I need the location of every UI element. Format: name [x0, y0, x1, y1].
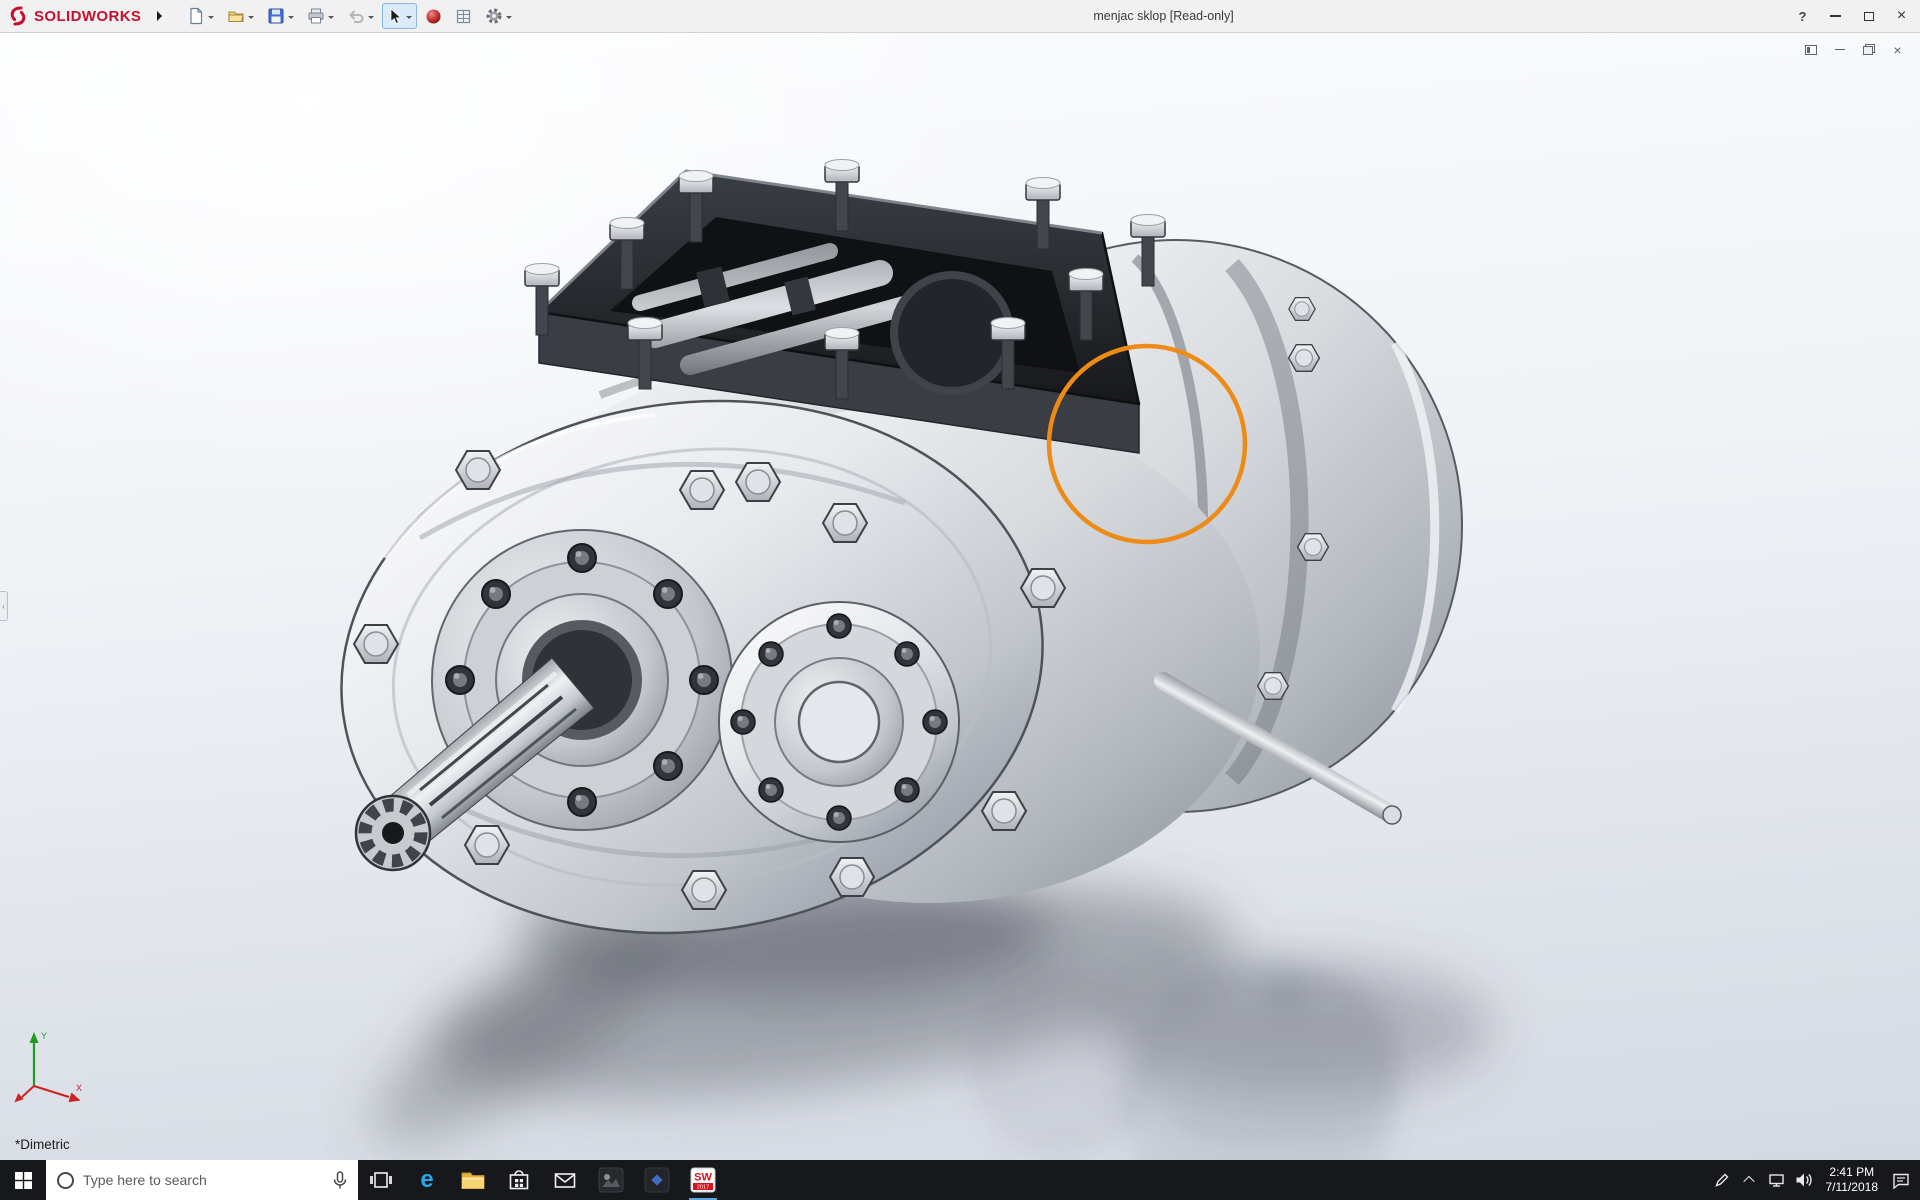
- triad-y-label: Y: [41, 1031, 47, 1041]
- flyout-arrow-icon: [157, 11, 167, 21]
- cortana-icon: [57, 1172, 74, 1189]
- gearbox-3d-model: [0, 33, 1920, 1160]
- close-icon: ×: [1897, 8, 1906, 24]
- store-icon: [506, 1167, 532, 1193]
- brand-text: SOLIDWORKS: [34, 8, 141, 25]
- taskbar-app-store[interactable]: [496, 1160, 542, 1200]
- print-icon: [307, 7, 325, 25]
- close-button[interactable]: ×: [1885, 0, 1918, 32]
- taskbar-app-file-explorer[interactable]: [450, 1160, 496, 1200]
- save-floppy-icon: [267, 7, 285, 25]
- dropdown-arrow: [328, 16, 334, 22]
- taskbar-app-dark-1[interactable]: [588, 1160, 634, 1200]
- taskbar-search[interactable]: [46, 1160, 358, 1200]
- new-document-icon: [187, 7, 205, 25]
- close-icon: ×: [1893, 43, 1901, 57]
- solidworks-app-icon: SW 2017: [690, 1167, 716, 1193]
- tray-network-button[interactable]: [1763, 1172, 1790, 1188]
- tray-volume-button[interactable]: [1790, 1172, 1817, 1188]
- titlebar: SOLIDWORKS: [0, 0, 1920, 33]
- design-library-icon: [455, 8, 472, 25]
- view-orientation-label: *Dimetric: [15, 1137, 70, 1152]
- microphone-icon[interactable]: [333, 1171, 347, 1190]
- quick-toolbar: [182, 3, 517, 29]
- dark-app-icon-1: [598, 1167, 624, 1193]
- dropdown-arrow: [208, 16, 214, 22]
- system-tray: 2:41 PM 7/11/2018: [1709, 1160, 1920, 1200]
- network-icon: [1768, 1172, 1785, 1188]
- model-reflection: [967, 953, 1400, 1160]
- undo-icon: [347, 7, 365, 25]
- dropdown-arrow: [288, 16, 294, 22]
- solidworks-logo: SOLIDWORKS: [0, 0, 148, 32]
- select-cursor-icon: [387, 8, 403, 25]
- taskbar: e: [0, 1160, 1920, 1200]
- taskbar-app-solidworks[interactable]: SW 2017: [680, 1160, 726, 1200]
- orientation-triad: Y X: [14, 1028, 94, 1110]
- sw-icon-text: SW: [694, 1172, 712, 1184]
- appearance-button[interactable]: [420, 3, 447, 29]
- dropdown-arrow: [368, 16, 374, 22]
- doc-pane-button[interactable]: [1798, 40, 1823, 59]
- file-explorer-icon: [460, 1167, 486, 1193]
- maximize-button[interactable]: [1852, 0, 1885, 32]
- appearance-sphere-icon: [425, 8, 442, 25]
- window-title: menjac sklop [Read-only]: [1093, 9, 1233, 23]
- minimize-button[interactable]: [1819, 0, 1852, 32]
- action-center-button[interactable]: [1887, 1172, 1914, 1189]
- taskbar-app-edge[interactable]: e: [404, 1160, 450, 1200]
- tray-hidden-icons-button[interactable]: [1736, 1176, 1763, 1184]
- mail-icon: [552, 1167, 578, 1193]
- ds-logo-icon: [7, 5, 29, 27]
- right-bearing-boss: [719, 602, 959, 842]
- options-gear-icon: [485, 7, 503, 25]
- taskbar-app-mail[interactable]: [542, 1160, 588, 1200]
- taskbar-clock[interactable]: 2:41 PM 7/11/2018: [1817, 1165, 1888, 1195]
- edge-icon: e: [420, 1168, 433, 1192]
- dropdown-arrow: [248, 16, 254, 22]
- document-window-controls: ×: [1798, 40, 1910, 59]
- volume-icon: [1795, 1172, 1812, 1188]
- minimize-icon: [1835, 49, 1845, 51]
- chevron-up-icon: [1743, 1176, 1754, 1187]
- restore-icon: [1863, 44, 1875, 55]
- open-button[interactable]: [222, 3, 259, 29]
- task-view-button[interactable]: [358, 1160, 404, 1200]
- design-library-button[interactable]: [450, 3, 477, 29]
- new-document-button[interactable]: [182, 3, 219, 29]
- action-center-icon: [1892, 1172, 1910, 1189]
- save-button[interactable]: [262, 3, 299, 29]
- help-button[interactable]: ?: [1786, 0, 1819, 32]
- task-view-icon: [369, 1168, 393, 1192]
- window-controls: ? ×: [1786, 0, 1918, 32]
- clock-date: 7/11/2018: [1826, 1180, 1879, 1195]
- sw-icon-year: 2017: [697, 1185, 709, 1191]
- print-button[interactable]: [302, 3, 339, 29]
- doc-restore-button[interactable]: [1856, 40, 1881, 59]
- dark-app-icon-2: [644, 1167, 670, 1193]
- clock-time: 2:41 PM: [1826, 1165, 1879, 1180]
- undo-button[interactable]: [342, 3, 379, 29]
- select-tool-button[interactable]: [382, 3, 417, 29]
- dropdown-arrow: [406, 16, 412, 22]
- viewport-3d[interactable]: × ‹ Y X *Dimetric: [0, 33, 1920, 1160]
- tray-pen-button[interactable]: [1709, 1172, 1736, 1188]
- pen-icon: [1714, 1172, 1730, 1188]
- windows-logo-icon: [15, 1172, 32, 1189]
- maximize-icon: [1864, 12, 1874, 21]
- pane-icon: [1805, 45, 1817, 55]
- doc-close-button[interactable]: ×: [1885, 40, 1910, 59]
- feature-panel-collapse-tab[interactable]: ‹: [0, 591, 8, 621]
- start-button[interactable]: [0, 1160, 46, 1200]
- doc-minimize-button[interactable]: [1827, 40, 1852, 59]
- search-input[interactable]: [83, 1172, 324, 1188]
- open-folder-icon: [227, 7, 245, 25]
- minimize-icon: [1830, 15, 1841, 17]
- triad-x-label: X: [76, 1083, 82, 1093]
- taskbar-app-dark-2[interactable]: [634, 1160, 680, 1200]
- toolbar-flyout-button[interactable]: [150, 4, 170, 28]
- dropdown-arrow: [506, 16, 512, 22]
- options-button[interactable]: [480, 3, 517, 29]
